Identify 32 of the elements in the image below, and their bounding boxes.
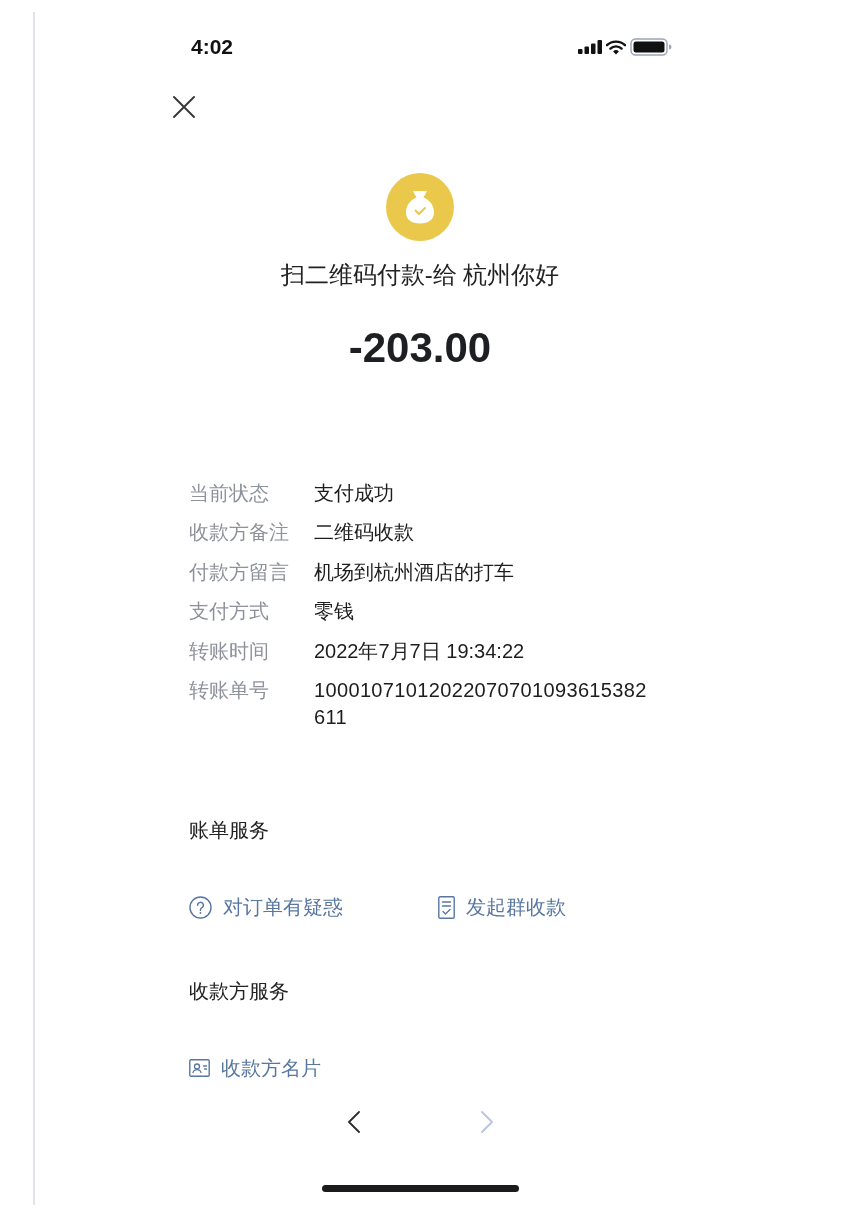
money-bag-icon	[386, 173, 454, 241]
detail-value: 2022年7月7日 19:34:22	[314, 638, 525, 664]
detail-value: 零钱	[314, 599, 354, 624]
wifi-icon	[606, 39, 626, 55]
status-time: 4:02	[191, 34, 234, 60]
signal-icon	[578, 40, 602, 54]
detail-value: 10001071012022070701093615382611	[314, 678, 648, 730]
document-check-icon	[438, 895, 455, 919]
section-heading: 收款方服务	[189, 980, 289, 1002]
back-button[interactable]	[347, 1111, 360, 1133]
chevron-left-icon	[347, 1111, 360, 1133]
detail-label: 转账单号	[189, 678, 269, 703]
detail-value: 机场到杭州酒店的打车	[314, 559, 514, 585]
detail-value: 二维码收款	[314, 520, 414, 545]
detail-label: 支付方式	[189, 599, 269, 624]
service-link[interactable]: 发起群收款	[438, 893, 566, 921]
close-button[interactable]	[173, 96, 195, 118]
detail-label: 付款方留言	[189, 559, 289, 585]
service-link[interactable]: 收款方名片	[189, 1054, 321, 1082]
section-heading: 账单服务	[189, 819, 269, 841]
payment-amount: -203.00	[348, 324, 492, 372]
detail-label: 转账时间	[189, 638, 269, 664]
detail-label: 当前状态	[189, 480, 269, 506]
service-link[interactable]: 对订单有疑惑	[189, 893, 343, 921]
payment-title: 扫二维码付款-给 杭州你好	[280, 260, 560, 290]
detail-value: 支付成功	[314, 480, 394, 506]
contact-card-icon	[189, 1059, 210, 1077]
help-icon	[189, 895, 212, 919]
chevron-right-icon	[480, 1111, 493, 1133]
close-icon	[173, 96, 195, 118]
battery-icon	[630, 38, 672, 56]
detail-label: 收款方备注	[189, 520, 289, 545]
